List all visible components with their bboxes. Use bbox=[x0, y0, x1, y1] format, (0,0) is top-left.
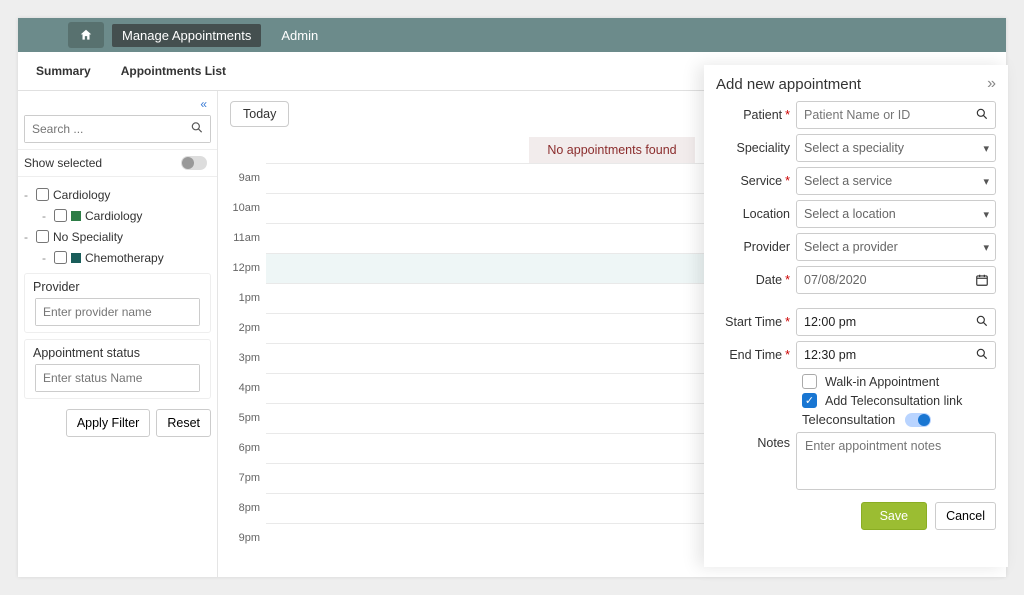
appointment-status-label: Appointment status bbox=[25, 340, 210, 364]
chevron-down-icon: ▾ bbox=[983, 175, 989, 188]
checkbox-no-speciality[interactable] bbox=[36, 230, 49, 243]
sidebar-search-input[interactable] bbox=[25, 116, 210, 142]
chevron-down-icon: ▾ bbox=[983, 241, 989, 254]
time-label: 10am bbox=[230, 193, 266, 223]
provider-label: Provider bbox=[25, 274, 210, 298]
filter-sidebar: « Show selected - Cardiology bbox=[18, 91, 218, 577]
date-label: Date* bbox=[716, 273, 796, 287]
end-time-label: End Time* bbox=[716, 348, 796, 362]
tree-item-cardiology-child[interactable]: - Cardiology bbox=[20, 206, 213, 225]
notes-textarea[interactable] bbox=[796, 432, 996, 490]
show-selected-label: Show selected bbox=[24, 156, 102, 170]
end-time-input[interactable] bbox=[797, 343, 975, 367]
tab-appointments-list[interactable]: Appointments List bbox=[121, 64, 226, 84]
tree-label: Cardiology bbox=[53, 188, 110, 202]
checkbox-cardiology-child[interactable] bbox=[54, 209, 67, 222]
speciality-select[interactable]: ▾ bbox=[796, 134, 996, 162]
walkin-label: Walk-in Appointment bbox=[825, 375, 939, 389]
search-icon[interactable] bbox=[975, 347, 989, 364]
date-input[interactable] bbox=[797, 268, 975, 292]
home-icon bbox=[79, 28, 93, 42]
time-label: 1pm bbox=[230, 283, 266, 313]
location-select[interactable]: ▾ bbox=[796, 200, 996, 228]
time-label: 2pm bbox=[230, 313, 266, 343]
service-value[interactable] bbox=[797, 169, 983, 193]
tree-item-chemotherapy[interactable]: - Chemotherapy bbox=[20, 248, 213, 267]
speciality-tree: - Cardiology - Cardiology - No Specialit… bbox=[18, 177, 217, 273]
checkbox-cardiology[interactable] bbox=[36, 188, 49, 201]
time-label: 11am bbox=[230, 223, 266, 253]
time-label: 4pm bbox=[230, 373, 266, 403]
nav-manage-appointments[interactable]: Manage Appointments bbox=[112, 24, 261, 47]
time-label: 9am bbox=[230, 163, 266, 193]
location-label: Location bbox=[716, 207, 796, 221]
teleconsultation-toggle[interactable] bbox=[905, 413, 931, 427]
date-field[interactable] bbox=[796, 266, 996, 294]
speciality-value[interactable] bbox=[797, 136, 983, 160]
sidebar-search[interactable] bbox=[24, 115, 211, 143]
tree-item-cardiology[interactable]: - Cardiology bbox=[20, 185, 213, 204]
provider-label: Provider bbox=[716, 240, 796, 254]
tree-label: Cardiology bbox=[85, 209, 142, 223]
apply-filter-button[interactable]: Apply Filter bbox=[66, 409, 151, 437]
speciality-label: Speciality bbox=[716, 141, 796, 155]
home-button[interactable] bbox=[68, 22, 104, 48]
status-input[interactable] bbox=[36, 365, 199, 391]
teleconsult-link-label: Add Teleconsultation link bbox=[825, 394, 962, 408]
collapse-sidebar-icon[interactable]: « bbox=[200, 97, 207, 111]
time-label: 3pm bbox=[230, 343, 266, 373]
time-label: 12pm bbox=[230, 253, 266, 283]
save-button[interactable]: Save bbox=[861, 502, 928, 530]
patient-label: Patient* bbox=[716, 108, 796, 122]
cancel-button[interactable]: Cancel bbox=[935, 502, 996, 530]
end-time-field[interactable] bbox=[796, 341, 996, 369]
time-label: 9pm bbox=[230, 523, 266, 553]
search-icon[interactable] bbox=[975, 314, 989, 331]
service-label: Service* bbox=[716, 174, 796, 188]
tree-label: No Speciality bbox=[53, 230, 123, 244]
location-value[interactable] bbox=[797, 202, 983, 226]
start-time-field[interactable] bbox=[796, 308, 996, 336]
show-selected-toggle[interactable] bbox=[181, 156, 207, 170]
teleconsult-link-checkbox[interactable]: ✓ bbox=[802, 393, 817, 408]
teleconsultation-label: Teleconsultation bbox=[802, 412, 895, 427]
search-icon[interactable] bbox=[975, 107, 989, 124]
panel-title: Add new appointment bbox=[716, 76, 861, 93]
show-selected-row: Show selected bbox=[18, 149, 217, 177]
tree-label: Chemotherapy bbox=[85, 251, 164, 265]
close-panel-icon[interactable]: » bbox=[987, 75, 996, 93]
chevron-down-icon: ▾ bbox=[983, 208, 989, 221]
service-select[interactable]: ▾ bbox=[796, 167, 996, 195]
provider-select[interactable]: ▾ bbox=[796, 233, 996, 261]
time-label: 5pm bbox=[230, 403, 266, 433]
time-label: 7pm bbox=[230, 463, 266, 493]
reset-button[interactable]: Reset bbox=[156, 409, 211, 437]
no-appointments-text: No appointments found bbox=[529, 137, 694, 163]
provider-input[interactable] bbox=[36, 299, 199, 325]
tree-item-no-speciality[interactable]: - No Speciality bbox=[20, 227, 213, 246]
top-nav: Manage Appointments Admin bbox=[18, 18, 1006, 52]
walkin-checkbox[interactable] bbox=[802, 374, 817, 389]
time-label: 6pm bbox=[230, 433, 266, 463]
calendar-icon bbox=[975, 273, 989, 287]
provider-value[interactable] bbox=[797, 235, 983, 259]
start-time-label: Start Time* bbox=[716, 315, 796, 329]
tab-summary[interactable]: Summary bbox=[36, 64, 91, 84]
notes-label: Notes bbox=[716, 432, 796, 450]
today-button[interactable]: Today bbox=[230, 101, 289, 127]
color-swatch-icon bbox=[71, 253, 81, 263]
color-swatch-icon bbox=[71, 211, 81, 221]
nav-admin[interactable]: Admin bbox=[271, 24, 328, 47]
add-appointment-panel: Add new appointment » Patient* Specialit… bbox=[704, 65, 1008, 567]
chevron-down-icon: ▾ bbox=[983, 142, 989, 155]
search-icon[interactable] bbox=[190, 121, 204, 138]
time-label: 8pm bbox=[230, 493, 266, 523]
patient-input[interactable] bbox=[797, 103, 975, 127]
patient-field[interactable] bbox=[796, 101, 996, 129]
start-time-input[interactable] bbox=[797, 310, 975, 334]
checkbox-chemotherapy[interactable] bbox=[54, 251, 67, 264]
